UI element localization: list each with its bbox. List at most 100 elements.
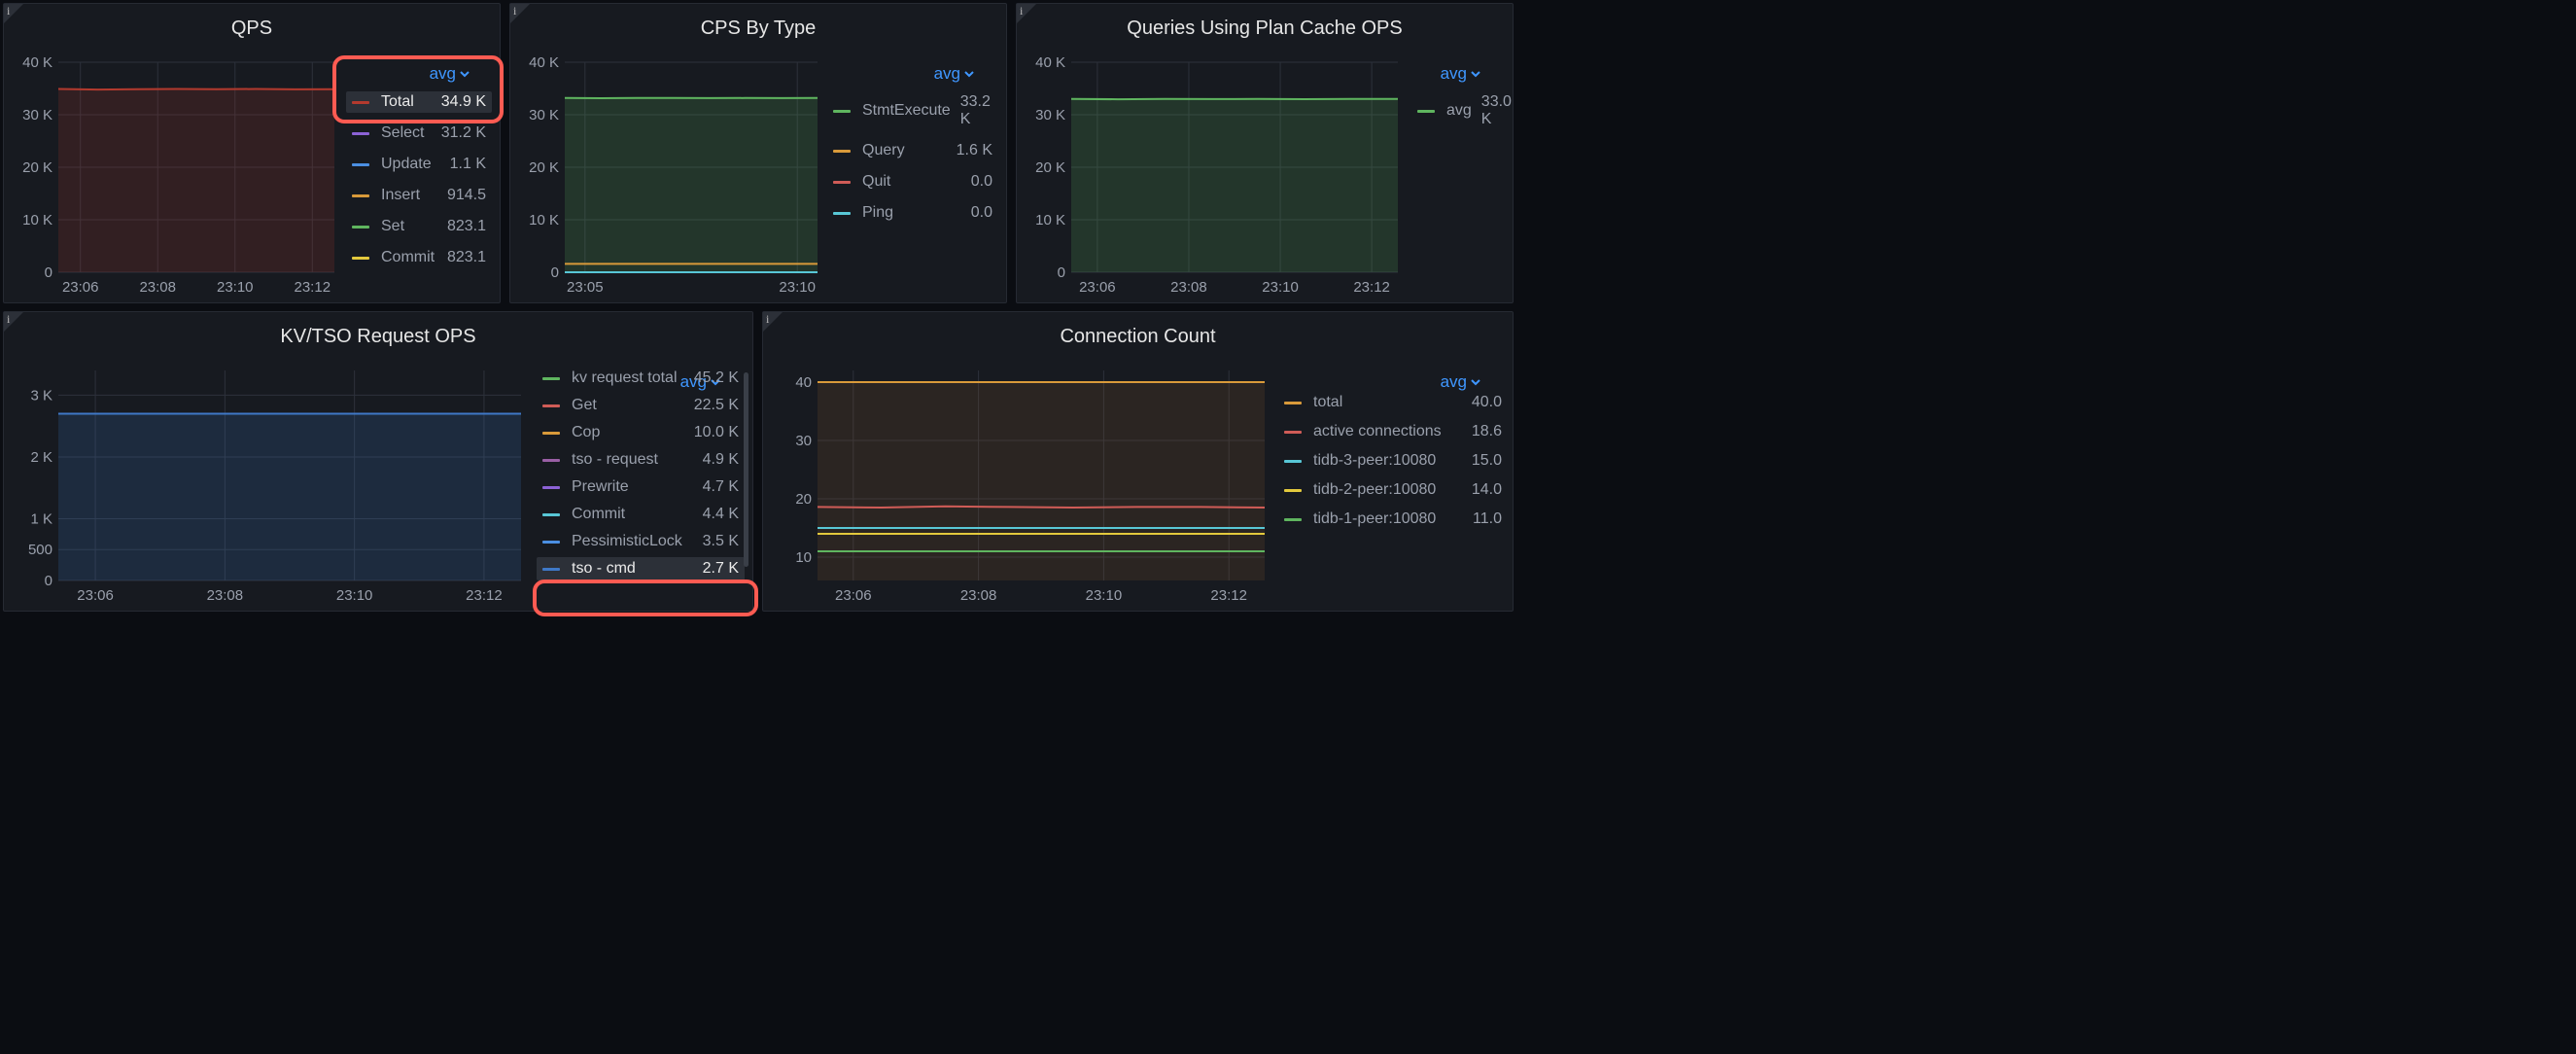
svg-text:30 K: 30 K — [22, 107, 52, 123]
legend-item[interactable]: PessimisticLock3.5 K — [537, 530, 745, 553]
svg-text:23:06: 23:06 — [835, 587, 872, 604]
legend-qps[interactable]: Total 34.9 K Select31.2 K Update1.1 K Insert… — [346, 91, 492, 268]
legend-item[interactable]: Quit 0.0 — [827, 171, 998, 193]
chevron-down-icon — [1470, 376, 1481, 388]
legend-item[interactable]: Query1.6 K — [827, 140, 998, 161]
legend-cps[interactable]: StmtExecute33.2 K Query1.6 K Quit 0.0 Ping0.… — [827, 91, 998, 224]
panel-cps: CPS By Type avg 010 K20 K30 K40 K23:0523… — [509, 3, 1007, 303]
svg-text:500: 500 — [28, 542, 52, 558]
svg-text:3 K: 3 K — [30, 387, 52, 404]
legend-item[interactable]: Get22.5 K — [537, 394, 745, 417]
legend-item[interactable]: Update1.1 K — [346, 154, 492, 175]
legend-swatch — [542, 459, 560, 462]
legend-label: Quit — [862, 173, 890, 191]
legend-item[interactable]: Total 34.9 K — [346, 91, 492, 113]
agg-selector[interactable]: avg — [430, 64, 470, 84]
svg-text:23:10: 23:10 — [1086, 587, 1123, 604]
legend-item[interactable]: Select31.2 K — [346, 123, 492, 144]
legend-item[interactable]: tidb-2-peer:1008014.0 — [1278, 479, 1508, 501]
legend-swatch — [1284, 460, 1302, 463]
svg-text:10 K: 10 K — [1035, 212, 1065, 228]
svg-text:23:06: 23:06 — [62, 279, 99, 296]
agg-selector[interactable]: avg — [934, 64, 975, 84]
legend-item[interactable]: StmtExecute33.2 K — [827, 91, 998, 130]
legend-value: 0.0 — [961, 173, 992, 191]
legend-label: Select — [381, 124, 424, 142]
svg-text:23:08: 23:08 — [207, 587, 244, 604]
scrollbar[interactable] — [744, 372, 748, 567]
legend-item[interactable]: Cop10.0 K — [537, 421, 745, 444]
legend-label: Insert — [381, 187, 420, 204]
legend-swatch — [542, 541, 560, 544]
legend-item[interactable]: Commit823.1 — [346, 247, 492, 268]
legend-item[interactable]: Set823.1 — [346, 216, 492, 237]
legend-value: 45.2 K — [684, 369, 739, 387]
legend-swatch — [352, 163, 369, 166]
legend-swatch — [1284, 489, 1302, 492]
legend-item[interactable]: Commit 4.4 K — [537, 503, 745, 526]
legend-item[interactable]: avg33.0 K — [1411, 91, 1509, 130]
legend-label: Query — [862, 142, 905, 159]
svg-text:30 K: 30 K — [1035, 107, 1065, 123]
legend-plan-cache[interactable]: avg33.0 K — [1411, 91, 1509, 130]
svg-text:30 K: 30 K — [529, 107, 559, 123]
legend-swatch — [1284, 518, 1302, 521]
legend-value: 14.0 — [1462, 481, 1502, 499]
legend-swatch — [1284, 431, 1302, 434]
legend-swatch — [542, 486, 560, 489]
legend-item[interactable]: total40.0 — [1278, 392, 1508, 413]
legend-value: 40.0 — [1462, 394, 1502, 411]
legend-item[interactable]: tidb-1-peer:1008011.0 — [1278, 509, 1508, 530]
agg-selector[interactable]: avg — [1441, 372, 1481, 392]
agg-label: avg — [934, 64, 960, 84]
panel-title: KV/TSO Request OPS — [4, 326, 752, 348]
svg-text:40: 40 — [795, 374, 812, 391]
legend-swatch — [542, 513, 560, 516]
chart-cps[interactable]: 010 K20 K30 K40 K23:0523:10 — [524, 53, 821, 301]
agg-label: avg — [1441, 372, 1467, 392]
legend-value: 33.2 K — [951, 93, 992, 128]
legend-conn[interactable]: total40.0 active connections18.6 tidb-3-pe… — [1278, 392, 1508, 530]
dashboard: QPS avg 0 10 K 20 K 30 K 40 K 23:06 23:08 23:10… — [0, 0, 1516, 622]
panel-conn: Connection Count avg 1020304023:0623:082… — [762, 311, 1514, 612]
panel-title: CPS By Type — [510, 18, 1006, 40]
svg-text:10 K: 10 K — [22, 212, 52, 228]
legend-item[interactable]: Ping0.0 — [827, 202, 998, 224]
svg-text:23:06: 23:06 — [77, 587, 114, 604]
legend-swatch — [352, 194, 369, 197]
svg-text:23:08: 23:08 — [139, 279, 176, 296]
legend-swatch — [542, 404, 560, 407]
legend-swatch — [833, 181, 851, 184]
legend-kv-tso[interactable]: kv request total45.2 K Get22.5 K Cop10.0 K… — [537, 367, 745, 580]
svg-text:23:12: 23:12 — [295, 279, 331, 296]
legend-item[interactable]: tidb-3-peer:1008015.0 — [1278, 450, 1508, 472]
svg-text:23:10: 23:10 — [217, 279, 254, 296]
svg-text:23:10: 23:10 — [779, 279, 816, 296]
panel-title: QPS — [4, 18, 500, 40]
legend-label: Total — [381, 93, 414, 111]
legend-value: 4.4 K — [693, 506, 739, 523]
legend-label: Commit — [572, 506, 625, 523]
agg-selector[interactable]: avg — [1441, 64, 1481, 84]
svg-text:40 K: 40 K — [22, 54, 52, 71]
svg-text:23:12: 23:12 — [466, 587, 503, 604]
legend-value: 10.0 K — [684, 424, 739, 441]
legend-item[interactable]: kv request total45.2 K — [537, 367, 745, 390]
legend-item[interactable]: tso - cmd2.7 K — [537, 557, 745, 580]
svg-text:20 K: 20 K — [1035, 159, 1065, 176]
chart-qps[interactable]: 010 K20 K30 K40 K23:0623:0823:1023:12 — [17, 53, 338, 301]
legend-item[interactable]: active connections18.6 — [1278, 421, 1508, 442]
panel-qps: QPS avg 010 K20 K30 K40 K23:0623:0823:10… — [3, 3, 501, 303]
legend-item[interactable]: tso - request4.9 K — [537, 448, 745, 472]
panel-kv-tso: KV/TSO Request OPS avg 05001 K2 K3 K23:0… — [3, 311, 753, 612]
chart-plan-cache[interactable]: 010 K20 K30 K40 K23:0623:0823:1023:12 — [1030, 53, 1402, 301]
legend-item[interactable]: Insert914.5 — [346, 185, 492, 206]
chart-kv-tso[interactable]: 05001 K2 K3 K23:0623:0823:1023:12 — [17, 361, 525, 610]
svg-text:0: 0 — [45, 573, 52, 589]
legend-item[interactable]: Prewrite4.7 K — [537, 475, 745, 499]
chart-conn[interactable]: 1020304023:0623:0823:1023:12 — [777, 361, 1269, 610]
legend-value: 4.7 K — [693, 478, 739, 496]
svg-text:40 K: 40 K — [529, 54, 559, 71]
legend-value: 34.9 K — [432, 93, 486, 111]
legend-swatch — [833, 110, 851, 113]
